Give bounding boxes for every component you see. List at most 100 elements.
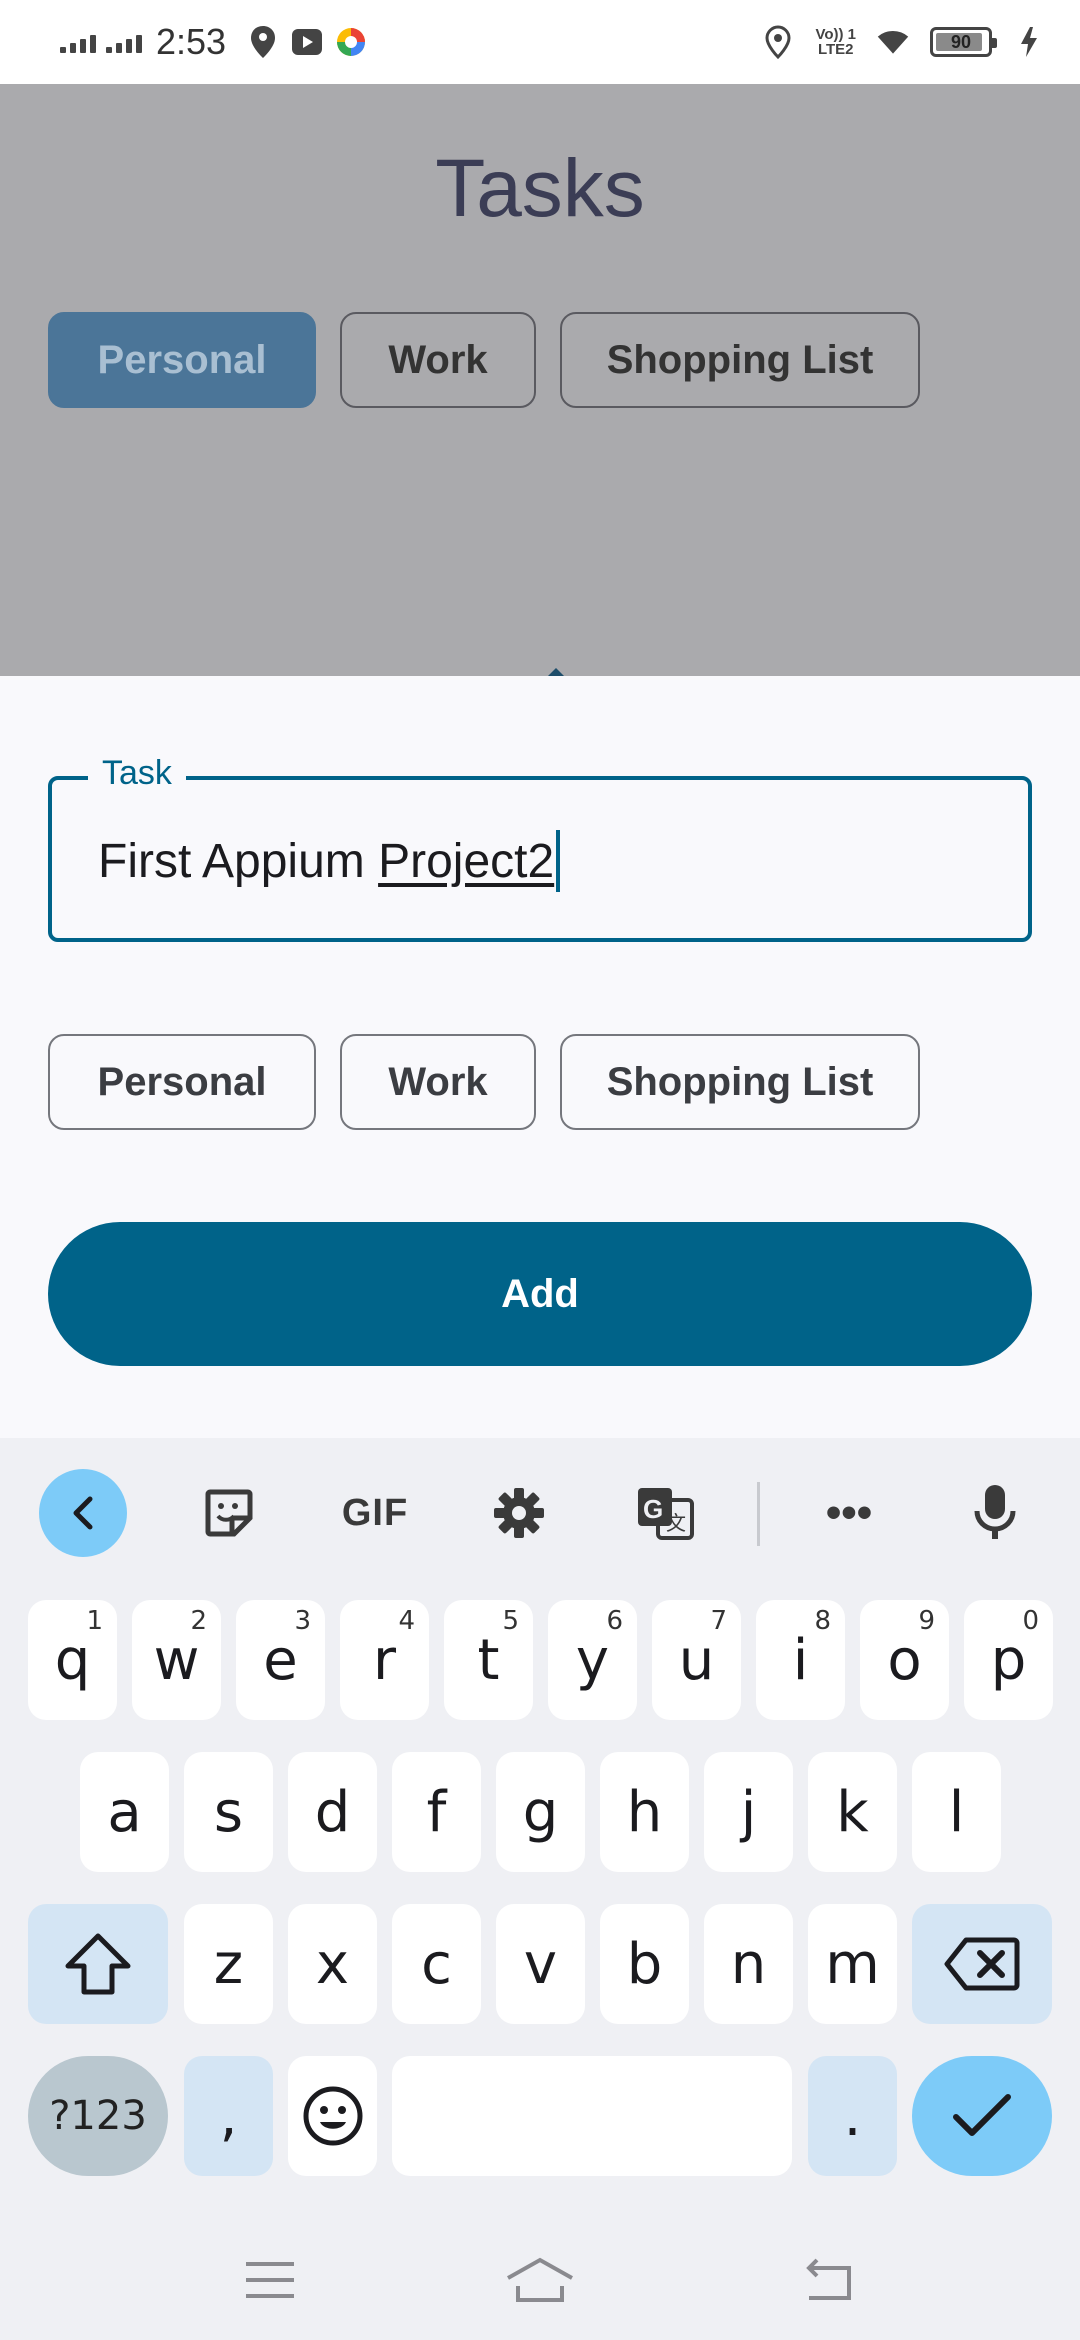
status-bar: 2:53 Vo)) 1 LTE2 90 bbox=[0, 0, 1080, 84]
keyboard-toolbar: GIF G文 ••• bbox=[0, 1458, 1080, 1568]
menu-icon bbox=[246, 2262, 294, 2298]
chevron-left-icon bbox=[39, 1469, 127, 1557]
task-input-label: Task bbox=[88, 754, 186, 793]
home-button[interactable] bbox=[500, 2250, 580, 2310]
volte-indicator: Vo)) 1 LTE2 bbox=[815, 26, 856, 58]
navigation-bar bbox=[0, 2220, 1080, 2340]
clock: 2:53 bbox=[156, 21, 227, 62]
key-hint: 6 bbox=[606, 1606, 623, 1636]
category-chip-shopping-list[interactable]: Shopping List bbox=[560, 1034, 920, 1130]
filter-chip-work[interactable]: Work bbox=[340, 312, 536, 408]
done-key[interactable] bbox=[912, 2056, 1052, 2176]
key-hint: 0 bbox=[1022, 1606, 1039, 1636]
key-hint: 8 bbox=[814, 1606, 831, 1636]
sticker-button[interactable] bbox=[184, 1458, 274, 1568]
collapse-toolbar-button[interactable] bbox=[38, 1458, 128, 1568]
key-hint: 9 bbox=[918, 1606, 935, 1636]
task-input-value[interactable]: First Appium Project2 bbox=[98, 830, 561, 892]
space-key[interactable] bbox=[392, 2056, 792, 2176]
wifi-icon bbox=[876, 25, 910, 59]
recent-apps-button[interactable] bbox=[230, 2250, 310, 2310]
key-e[interactable]: e3 bbox=[236, 1600, 325, 1720]
voice-input-button[interactable] bbox=[950, 1458, 1040, 1568]
key-i[interactable]: i8 bbox=[756, 1600, 845, 1720]
emoji-key[interactable] bbox=[288, 2056, 377, 2176]
key-k[interactable]: k bbox=[808, 1752, 897, 1872]
gif-button[interactable]: GIF bbox=[330, 1458, 420, 1568]
key-label: u bbox=[678, 1627, 715, 1693]
key-n[interactable]: n bbox=[704, 1904, 793, 2024]
filter-chip-personal[interactable]: Personal bbox=[48, 312, 316, 408]
key-label: i bbox=[792, 1627, 809, 1693]
location-pin-icon bbox=[246, 25, 280, 59]
category-filter-row: Personal Work Shopping List bbox=[48, 312, 920, 408]
back-button[interactable] bbox=[784, 2250, 864, 2310]
key-hint: 5 bbox=[502, 1606, 519, 1636]
key-d[interactable]: d bbox=[288, 1752, 377, 1872]
key-label: q bbox=[54, 1627, 91, 1693]
symbols-key[interactable]: ?123 bbox=[28, 2056, 168, 2176]
text-cursor bbox=[556, 830, 561, 892]
toolbar-divider bbox=[757, 1482, 760, 1546]
key-q[interactable]: q1 bbox=[28, 1600, 117, 1720]
sticker-icon bbox=[205, 1489, 253, 1537]
task-text: First Appium bbox=[98, 834, 379, 888]
key-g[interactable]: g bbox=[496, 1752, 585, 1872]
backspace-icon bbox=[944, 1937, 1020, 1991]
keyboard-settings-button[interactable] bbox=[474, 1458, 564, 1568]
page-title: Tasks bbox=[435, 143, 645, 234]
task-composing-text: Project2 bbox=[378, 834, 555, 888]
key-t[interactable]: t5 bbox=[444, 1600, 533, 1720]
key-label: o bbox=[887, 1627, 922, 1693]
signal-icon bbox=[106, 31, 142, 53]
key-label: w bbox=[153, 1627, 200, 1693]
keyboard: GIF G文 ••• q1 w2 e3 r4 t5 y6 u7 i8 o9 p0… bbox=[0, 1438, 1080, 2340]
key-o[interactable]: o9 bbox=[860, 1600, 949, 1720]
key-j[interactable]: j bbox=[704, 1752, 793, 1872]
key-f[interactable]: f bbox=[392, 1752, 481, 1872]
translate-button[interactable]: G文 bbox=[620, 1458, 710, 1568]
more-icon: ••• bbox=[825, 1488, 873, 1537]
charging-icon bbox=[1012, 25, 1046, 59]
category-chip-personal[interactable]: Personal bbox=[48, 1034, 316, 1130]
filter-chip-shopping-list[interactable]: Shopping List bbox=[560, 312, 920, 408]
backspace-key[interactable] bbox=[912, 1904, 1052, 2024]
key-label: t bbox=[477, 1627, 500, 1693]
home-icon bbox=[507, 2257, 573, 2302]
key-c[interactable]: c bbox=[392, 1904, 481, 2024]
category-select-row: Personal Work Shopping List bbox=[48, 1034, 920, 1130]
battery-icon: 90 bbox=[930, 27, 997, 57]
key-u[interactable]: u7 bbox=[652, 1600, 741, 1720]
settings-icon bbox=[494, 1488, 544, 1538]
key-m[interactable]: m bbox=[808, 1904, 897, 2024]
key-l[interactable]: l bbox=[912, 1752, 1001, 1872]
more-options-button[interactable]: ••• bbox=[804, 1458, 894, 1568]
key-hint: 3 bbox=[294, 1606, 311, 1636]
app-background-scrim[interactable]: Tasks Personal Work Shopping List bbox=[0, 84, 1080, 676]
key-y[interactable]: y6 bbox=[548, 1600, 637, 1720]
key-h[interactable]: h bbox=[600, 1752, 689, 1872]
key-w[interactable]: w2 bbox=[132, 1600, 221, 1720]
shift-key[interactable] bbox=[28, 1904, 168, 2024]
location-icon bbox=[761, 25, 795, 59]
key-a[interactable]: a bbox=[80, 1752, 169, 1872]
key-v[interactable]: v bbox=[496, 1904, 585, 2024]
translate-icon: G文 bbox=[638, 1488, 694, 1540]
gif-icon: GIF bbox=[341, 1491, 409, 1534]
key-p[interactable]: p0 bbox=[964, 1600, 1053, 1720]
key-b[interactable]: b bbox=[600, 1904, 689, 2024]
key-label: r bbox=[372, 1627, 397, 1693]
period-key[interactable]: . bbox=[808, 2056, 897, 2176]
comma-key[interactable]: , bbox=[184, 2056, 273, 2176]
key-s[interactable]: s bbox=[184, 1752, 273, 1872]
key-hint: 2 bbox=[190, 1606, 207, 1636]
category-chip-work[interactable]: Work bbox=[340, 1034, 536, 1130]
svg-text:文: 文 bbox=[666, 1511, 686, 1535]
key-r[interactable]: r4 bbox=[340, 1600, 429, 1720]
task-input[interactable]: Task First Appium Project2 bbox=[48, 754, 1032, 942]
key-hint: 1 bbox=[86, 1606, 103, 1636]
back-icon bbox=[806, 2258, 851, 2300]
key-z[interactable]: z bbox=[184, 1904, 273, 2024]
add-button[interactable]: Add bbox=[48, 1222, 1032, 1366]
key-x[interactable]: x bbox=[288, 1904, 377, 2024]
